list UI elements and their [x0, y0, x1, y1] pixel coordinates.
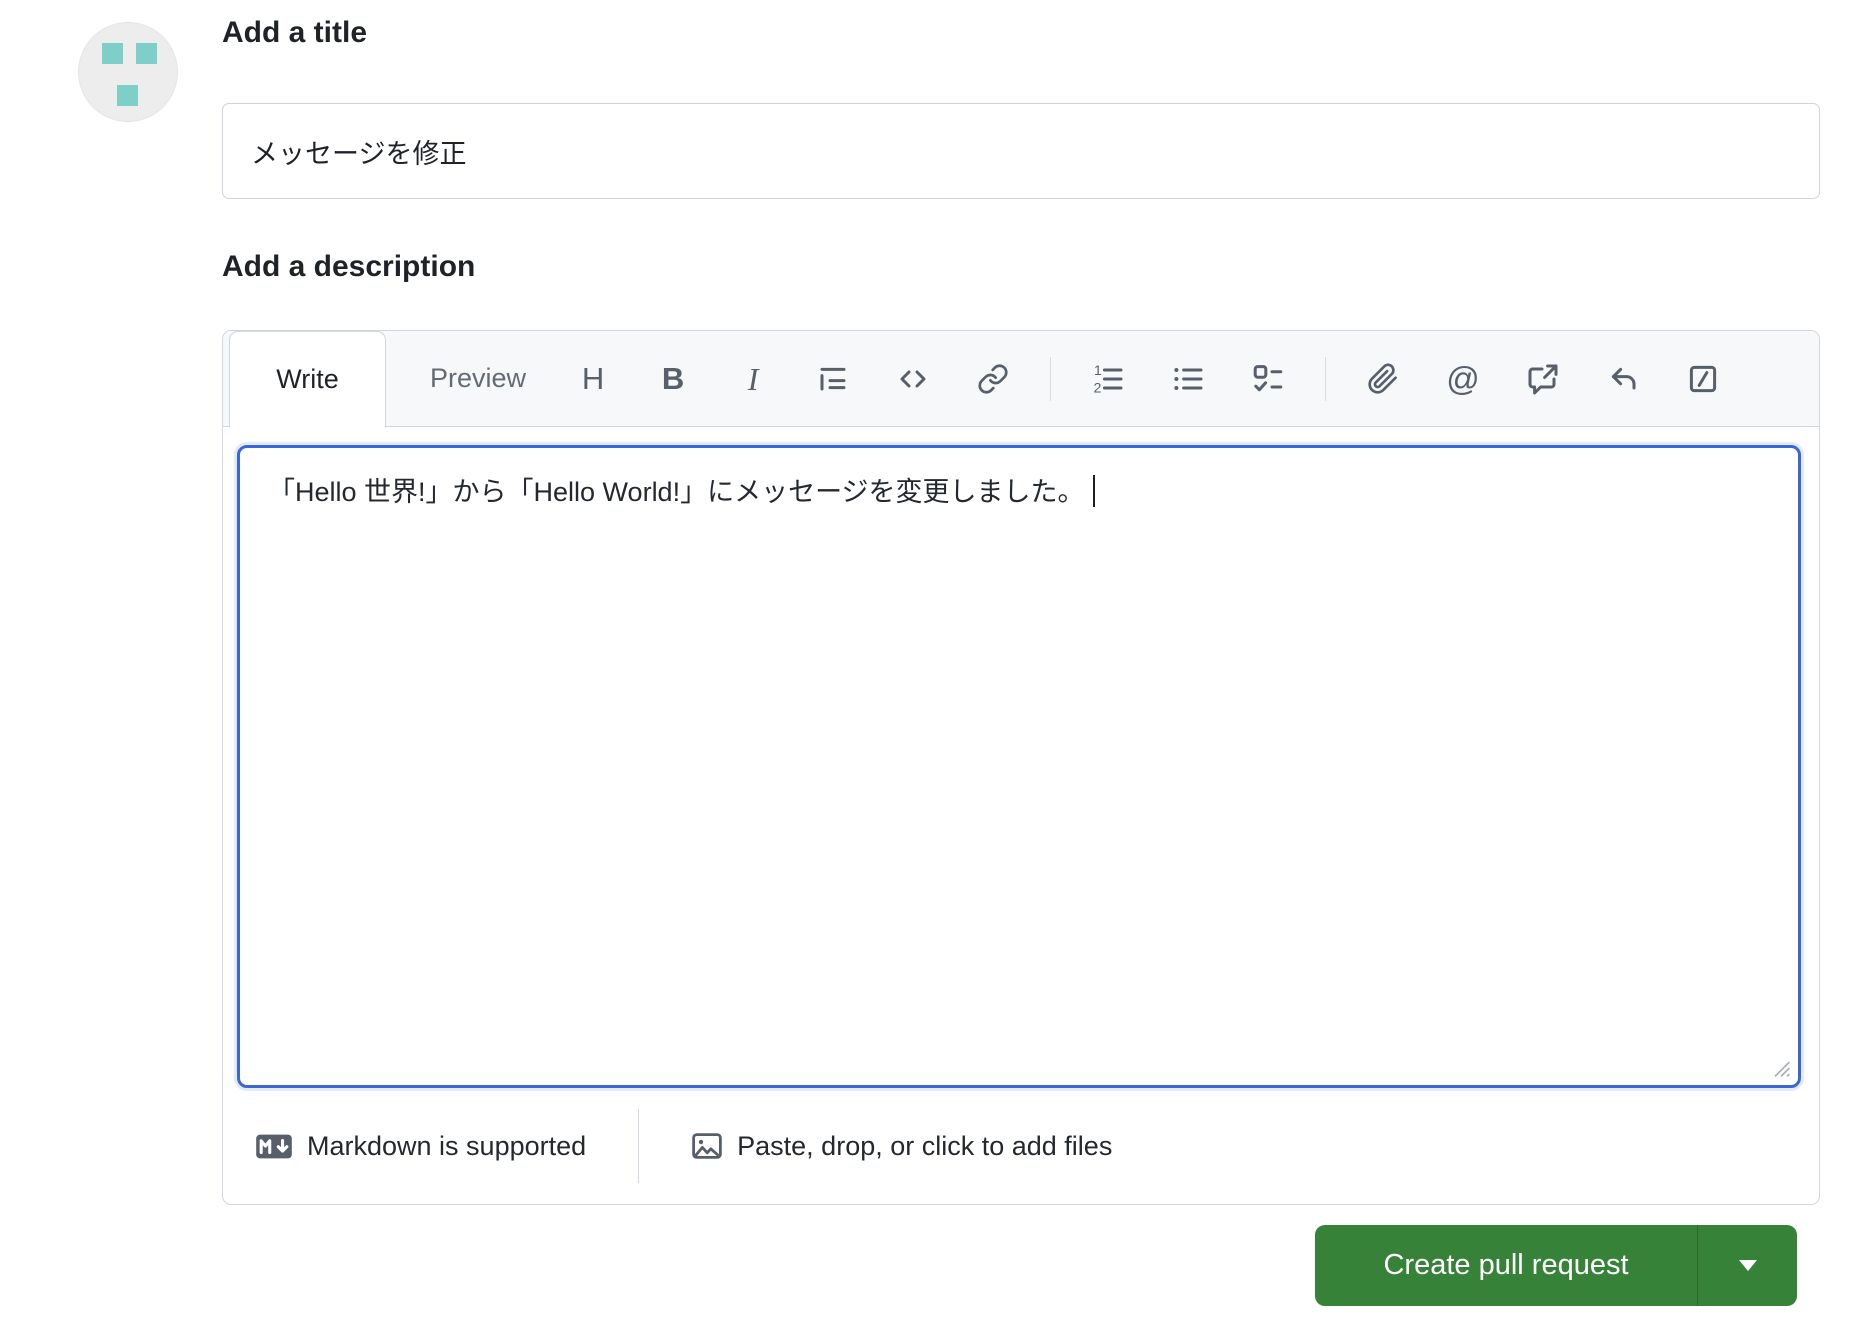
create-pr-options-dropdown[interactable] [1697, 1225, 1797, 1306]
add-description-heading: Add a description [222, 250, 476, 283]
toolbar-divider [1050, 356, 1052, 401]
description-text: 「Hello 世界!」から「Hello World!」にメッセージを変更しました… [268, 477, 1085, 507]
create-pr-button-group: Create pull request [1315, 1225, 1797, 1306]
editor-header: Write Preview H B I 1 2 @ [223, 331, 1819, 427]
markdown-editor: Write Preview H B I 1 2 @ 「Hello 世界!」から「… [222, 330, 1820, 1205]
tab-write[interactable]: Write [229, 331, 386, 427]
svg-text:2: 2 [1094, 379, 1102, 394]
image-icon [692, 1133, 722, 1159]
attach-files-label: Paste, drop, or click to add files [737, 1130, 1113, 1161]
reply-icon [1611, 367, 1636, 389]
markdown-supported-link[interactable]: Markdown is supported [255, 1131, 586, 1162]
dropdown-caret-icon [1738, 1260, 1757, 1271]
identicon-square [117, 85, 138, 106]
quote-icon [820, 367, 846, 390]
create-pull-request-button[interactable]: Create pull request [1315, 1225, 1697, 1306]
text-cursor [1092, 475, 1095, 507]
bold-icon: B [661, 361, 685, 396]
footer-divider [638, 1109, 640, 1183]
write-tab-label: Write [276, 364, 339, 394]
ordered-list-icon: 1 2 [1094, 363, 1123, 395]
italic-icon: I [747, 360, 759, 397]
quote-button[interactable] [810, 356, 856, 402]
pr-title-input[interactable] [222, 103, 1820, 199]
editor-footer: Markdown is supported Paste, drop, or cl… [237, 1091, 1805, 1201]
attach-files-dropzone[interactable]: Paste, drop, or click to add files [691, 1130, 1112, 1162]
bold-button[interactable]: B [650, 356, 696, 402]
slash-commands-icon [1689, 365, 1717, 392]
code-button[interactable] [890, 356, 936, 402]
unordered-list-button[interactable] [1165, 356, 1211, 402]
identicon-square [136, 43, 157, 64]
heading-button[interactable]: H [570, 356, 616, 402]
tab-preview[interactable]: Preview [430, 363, 526, 394]
svg-text:1: 1 [1094, 363, 1102, 378]
paperclip-icon [1368, 363, 1397, 394]
italic-button[interactable]: I [730, 356, 776, 402]
task-list-button[interactable] [1245, 356, 1291, 402]
cross-reference-button[interactable] [1520, 356, 1566, 402]
mention-icon: @ [1446, 360, 1480, 397]
new-pull-request-form: Add a title Add a description Write Prev… [0, 0, 1862, 1330]
formatting-toolbar: H B I 1 2 @ [570, 356, 1726, 402]
toolbar-divider [1325, 356, 1327, 401]
saved-replies-button[interactable] [1600, 356, 1646, 402]
link-icon [978, 363, 1008, 394]
identicon-square [102, 43, 123, 64]
markdown-supported-label: Markdown is supported [307, 1130, 587, 1161]
user-avatar-identicon [78, 22, 178, 122]
attach-file-button[interactable] [1360, 356, 1406, 402]
code-icon [900, 370, 926, 387]
markdown-icon [256, 1134, 292, 1158]
slash-commands-button[interactable] [1680, 356, 1726, 402]
add-title-heading: Add a title [222, 16, 368, 49]
ordered-list-button[interactable]: 1 2 [1085, 356, 1131, 402]
cross-reference-icon [1528, 364, 1558, 394]
mention-button[interactable]: @ [1440, 356, 1486, 402]
task-list-icon [1253, 364, 1283, 391]
unordered-list-icon [1174, 367, 1203, 390]
heading-icon: H [581, 361, 605, 396]
description-textarea[interactable]: 「Hello 世界!」から「Hello World!」にメッセージを変更しました… [237, 445, 1801, 1088]
link-button[interactable] [970, 356, 1016, 402]
resize-handle-icon[interactable] [1769, 1056, 1793, 1080]
